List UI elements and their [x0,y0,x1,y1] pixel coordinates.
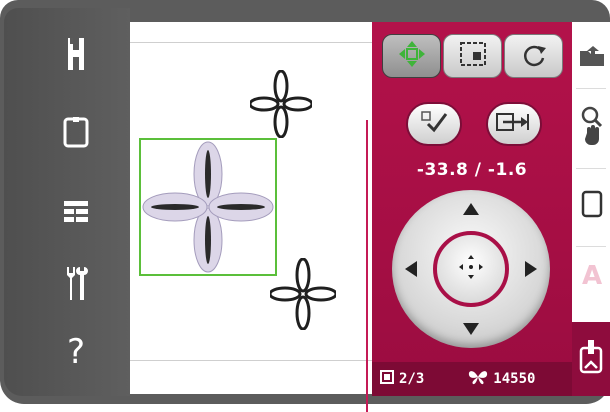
folder-icon [579,45,605,71]
confirm-position-button[interactable] [406,102,462,146]
embroidery-machine-icon [578,338,604,382]
text-mode-button[interactable]: A [576,256,608,296]
tab-rotate[interactable] [504,34,563,78]
stitch-count-indicator: 14550 [468,369,535,389]
arrow-left-button[interactable] [404,260,418,278]
selected-flower-motif[interactable] [141,140,275,274]
h-frame-icon [67,36,85,72]
rotate-icon [519,40,549,72]
arrow-up-button[interactable] [462,202,480,216]
list-tool-button[interactable] [52,190,100,234]
design-position-text: 2/3 [399,371,425,387]
embroidery-mode-button[interactable] [572,322,610,396]
select-area-icon [458,40,488,72]
side-separator [576,246,606,247]
small-flower-motif-bottom[interactable] [270,258,336,330]
control-panel: -33.8 / -1.6 2/3 14550 [372,22,572,396]
edit-tool-button[interactable] [52,32,100,76]
stitch-count-text: 14550 [493,371,536,387]
tab-select-area[interactable] [443,34,502,78]
move-icon [397,39,427,73]
hoop-icon [63,116,89,148]
a-text-icon: A [581,261,603,291]
mode-tabs [382,34,566,78]
thread-line [366,120,368,412]
side-separator [576,168,606,169]
design-position-indicator: 2/3 [380,370,424,388]
zoom-pan-button[interactable] [576,105,608,151]
arrow-right-button[interactable] [524,260,538,278]
settings-tool-button[interactable] [52,262,100,306]
center-move-icon [458,254,484,284]
position-readout: -33.8 / -1.6 [416,160,528,180]
open-file-button[interactable] [576,38,608,78]
dpad-center-button[interactable] [433,231,509,307]
zoom-pan-icon [579,105,605,151]
checkmark-icon [416,108,452,140]
arrow-down-button[interactable] [462,322,480,336]
hoop-edge-top [130,42,372,43]
tools-icon [64,265,88,303]
left-toolbar: ? [4,8,130,396]
tab-move[interactable] [382,34,441,78]
square-icon [380,370,394,388]
hoop-tool-button[interactable] [52,110,100,154]
center-hoop-icon [495,109,533,139]
hoop-outline-icon [581,190,603,222]
center-design-button[interactable] [486,102,542,146]
side-separator [576,88,606,89]
hoop-edge-bottom [130,360,372,361]
side-toolbar: A [572,22,610,396]
question-icon: ? [66,332,86,372]
list-icon [63,200,89,224]
small-flower-motif-top[interactable] [250,70,312,138]
status-bar: 2/3 14550 [372,362,572,396]
help-tool-button[interactable]: ? [52,330,100,374]
hoop-view-button[interactable] [576,186,608,226]
butterfly-icon [468,369,488,389]
directional-pad [392,190,550,348]
